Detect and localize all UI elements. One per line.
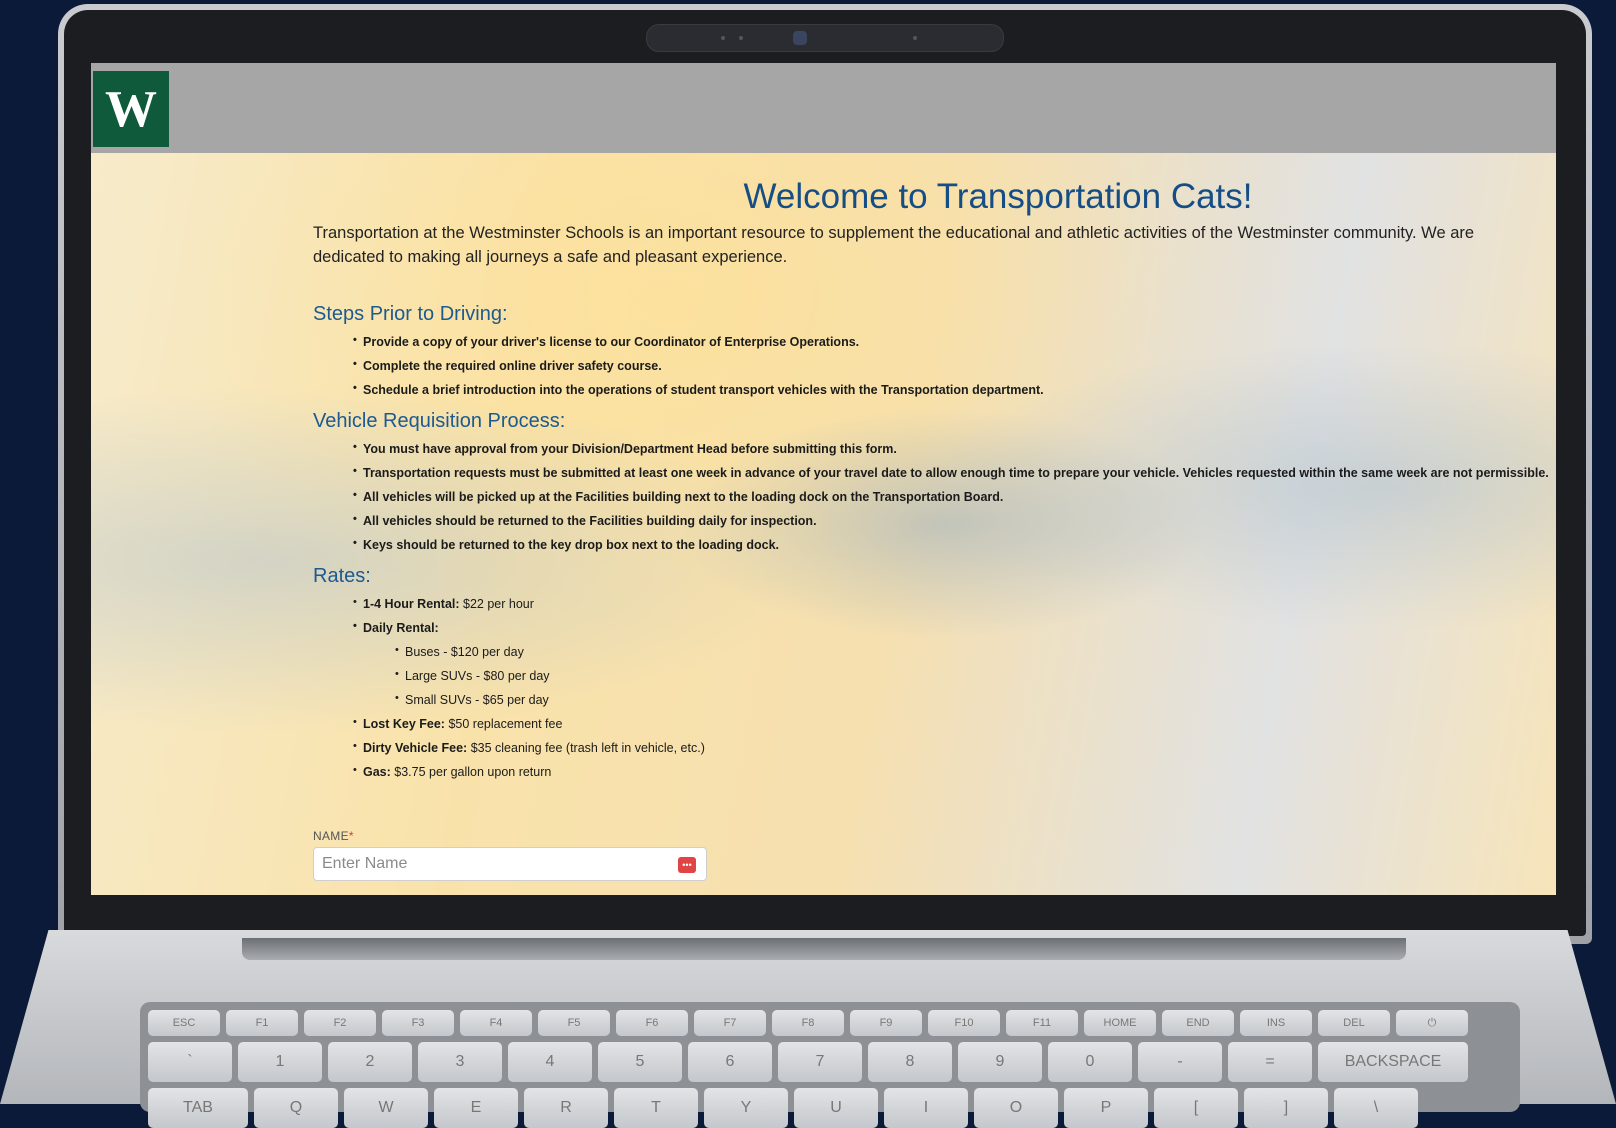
main-content: Welcome to Transportation Cats! Transpor…	[313, 177, 1549, 784]
keyboard-number-row: ` 1 2 3 4 5 6 7 8 9 0- = BACKSPACE	[148, 1042, 1468, 1082]
keyboard-function-row: ESC F1 F2 F3 F4 F5 F6 F7 F8 F9 F10 F11 HOME END INS DEL…	[148, 1010, 1468, 1036]
keyboard-key: \	[1334, 1088, 1418, 1128]
keyboard-key: F5	[538, 1010, 610, 1036]
keyboard-key: 5	[598, 1042, 682, 1082]
rate-gas: Gas: $3.75 per gallon upon return	[353, 758, 1543, 784]
rates-heading: Rates:	[313, 565, 371, 587]
keyboard-key: ⏻	[1396, 1010, 1468, 1036]
keyboard-key: F8	[772, 1010, 844, 1036]
name-input[interactable]	[314, 848, 662, 880]
keyboard-key: -	[1138, 1042, 1222, 1082]
daily-rates-list: Buses - $120 per day Large SUVs - $80 pe…	[355, 638, 1543, 712]
keyboard-key: =	[1228, 1042, 1312, 1082]
keyboard-key: W	[344, 1088, 428, 1128]
list-item: Provide a copy of your driver's license …	[353, 328, 1543, 354]
more-dots-icon[interactable]: •••	[678, 857, 696, 873]
keyboard-key: F3	[382, 1010, 454, 1036]
keyboard-key: ESC	[148, 1010, 220, 1036]
keyboard-key: F11	[1006, 1010, 1078, 1036]
list-item: Large SUVs - $80 per day	[395, 662, 1543, 688]
list-item: Buses - $120 per day	[395, 638, 1543, 664]
keyboard-key: F9	[850, 1010, 922, 1036]
keyboard-key: 4	[508, 1042, 592, 1082]
keyboard-key: 9	[958, 1042, 1042, 1082]
keyboard-key: F4	[460, 1010, 532, 1036]
list-item: Schedule a brief introduction into the o…	[353, 376, 1543, 402]
keyboard-key: R	[524, 1088, 608, 1128]
keyboard-key: END	[1162, 1010, 1234, 1036]
keyboard-key: BACKSPACE	[1318, 1042, 1468, 1082]
list-item: Small SUVs - $65 per day	[395, 686, 1543, 712]
westminster-logo[interactable]: W	[93, 71, 169, 147]
rate-hourly: 1-4 Hour Rental: $22 per hour	[353, 590, 1543, 616]
keyboard-key: Y	[704, 1088, 788, 1128]
keyboard-key: 8	[868, 1042, 952, 1082]
keyboard-key: E	[434, 1088, 518, 1128]
keyboard-key: F6	[616, 1010, 688, 1036]
rates-list: 1-4 Hour Rental: $22 per hour Daily Rent…	[313, 590, 1543, 784]
keyboard-key: 1	[238, 1042, 322, 1082]
rate-daily: Daily Rental:	[353, 614, 1543, 640]
keyboard-key: Q	[254, 1088, 338, 1128]
keyboard-key: 3	[418, 1042, 502, 1082]
keyboard: ESC F1 F2 F3 F4 F5 F6 F7 F8 F9 F10 F11 HOME END INS DEL…	[140, 1002, 1520, 1128]
list-item: You must have approval from your Divisio…	[353, 435, 1543, 461]
request-form: NAME* •••	[313, 829, 707, 881]
keyboard-key: 7	[778, 1042, 862, 1082]
keyboard-key: F2	[304, 1010, 376, 1036]
list-item: Transportation requests must be submitte…	[353, 459, 1549, 485]
keyboard-key: I	[884, 1088, 968, 1128]
sensor-dot	[721, 36, 725, 40]
keyboard-key: HOME	[1084, 1010, 1156, 1036]
keyboard-key: P	[1064, 1088, 1148, 1128]
hero-background: Welcome to Transportation Cats! Transpor…	[91, 153, 1556, 895]
list-item: All vehicles should be returned to the F…	[353, 507, 1543, 533]
intro-text: Transportation at the Westminster School…	[313, 224, 1475, 266]
keyboard-key: `	[148, 1042, 232, 1082]
list-item: Complete the required online driver safe…	[353, 352, 1543, 378]
keyboard-key: F10	[928, 1010, 1000, 1036]
steps-list: Provide a copy of your driver's license …	[313, 328, 1543, 402]
keyboard-key: ]	[1244, 1088, 1328, 1128]
webcam-icon	[793, 31, 807, 45]
keyboard-key: F7	[694, 1010, 766, 1036]
rate-lost-key: Lost Key Fee: $50 replacement fee	[353, 710, 1543, 736]
laptop-hinge	[242, 938, 1406, 960]
steps-heading: Steps Prior to Driving:	[313, 303, 508, 325]
keyboard-key: INS	[1240, 1010, 1312, 1036]
rate-dirty-vehicle: Dirty Vehicle Fee: $35 cleaning fee (tra…	[353, 734, 1543, 760]
keyboard-key: 0	[1048, 1042, 1132, 1082]
page-title: Welcome to Transportation Cats!	[743, 177, 1253, 216]
list-item: Keys should be returned to the key drop …	[353, 531, 1543, 557]
keyboard-key: F1	[226, 1010, 298, 1036]
keyboard-top-row: TAB Q W E R T Y U I O P[] \	[148, 1088, 1418, 1128]
keyboard-key: O	[974, 1088, 1058, 1128]
keyboard-key: 6	[688, 1042, 772, 1082]
name-field-label: NAME*	[313, 829, 354, 843]
keyboard-key: T	[614, 1088, 698, 1128]
site-header: W	[91, 63, 1556, 153]
vehicle-list: You must have approval from your Divisio…	[313, 435, 1549, 557]
keyboard-key: U	[794, 1088, 878, 1128]
keyboard-key: [	[1154, 1088, 1238, 1128]
required-marker: *	[348, 829, 354, 843]
sensor-dot	[913, 36, 917, 40]
name-field: •••	[313, 847, 707, 881]
vehicle-heading: Vehicle Requisition Process:	[313, 410, 566, 432]
sensor-dot	[739, 36, 743, 40]
list-item: All vehicles will be picked up at the Fa…	[353, 483, 1543, 509]
keyboard-key: TAB	[148, 1088, 248, 1128]
keyboard-key: 2	[328, 1042, 412, 1082]
keyboard-key: DEL	[1318, 1010, 1390, 1036]
laptop-screen: W Welcome to Transportation Cats! Transp…	[91, 63, 1556, 895]
webcam-bar	[646, 24, 1004, 52]
